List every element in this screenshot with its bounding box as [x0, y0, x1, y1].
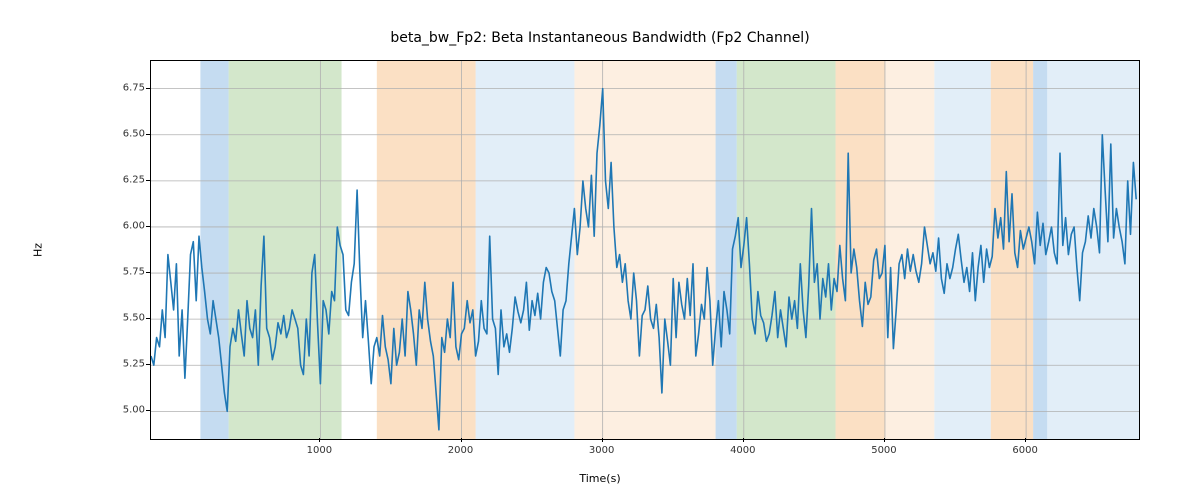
- y-tick-label: 6.00: [105, 220, 145, 231]
- figure: beta_bw_Fp2: Beta Instantaneous Bandwidt…: [0, 0, 1200, 500]
- y-tick-label: 6.50: [105, 128, 145, 139]
- y-tick-label: 5.25: [105, 359, 145, 370]
- y-tick-label: 5.50: [105, 313, 145, 324]
- y-tick-label: 5.75: [105, 267, 145, 278]
- x-tick-label: 4000: [730, 445, 755, 456]
- y-tick-label: 6.75: [105, 82, 145, 93]
- y-axis-label: Hz: [32, 243, 45, 257]
- x-tick-label: 2000: [448, 445, 473, 456]
- x-tick-label: 1000: [307, 445, 332, 456]
- x-axis-label: Time(s): [0, 472, 1200, 485]
- x-tick-label: 3000: [589, 445, 614, 456]
- x-tick-label: 6000: [1012, 445, 1037, 456]
- axes-area: [150, 60, 1140, 440]
- x-tick-label: 5000: [871, 445, 896, 456]
- plot-svg: [151, 61, 1139, 439]
- y-tick-label: 5.00: [105, 405, 145, 416]
- y-tick-label: 6.25: [105, 174, 145, 185]
- chart-title: beta_bw_Fp2: Beta Instantaneous Bandwidt…: [0, 30, 1200, 46]
